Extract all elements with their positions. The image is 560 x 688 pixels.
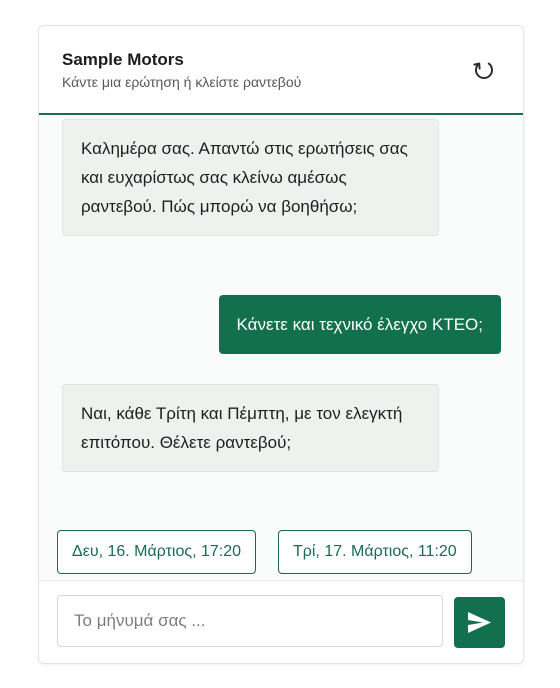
bot-message: Ναι, κάθε Τρίτη και Πέμπτη, με τον ελεγκ… [62,384,439,472]
chat-subtitle: Κάντε μια ερώτηση ή κλείστε ραντεβού [62,74,302,90]
message-input[interactable] [57,595,443,647]
bot-message: Καλημέρα σας. Απαντώ στις ερωτήσεις σας … [62,119,439,236]
message-list: Καλημέρα σας. Απαντώ στις ερωτήσεις σας … [39,115,523,580]
send-button[interactable] [454,597,505,648]
send-icon [468,612,491,633]
suggestion-chip-slot-2[interactable]: Τρί, 17. Μάρτιος, 11:20 [278,530,472,574]
chat-header: Sample Motors Κάντε μια ερώτηση ή κλείστ… [39,26,523,115]
chat-widget: Sample Motors Κάντε μια ερώτηση ή κλείστ… [38,25,524,664]
user-message: Κάνετε και τεχνικό έλεγχο ΚΤΕΟ; [218,295,501,354]
refresh-button[interactable] [471,57,497,83]
refresh-icon [473,62,493,79]
message-composer [39,580,523,663]
suggestion-chip-slot-1[interactable]: Δευ, 16. Μάρτιος, 17:20 [57,530,257,574]
chat-title: Sample Motors [62,50,184,69]
